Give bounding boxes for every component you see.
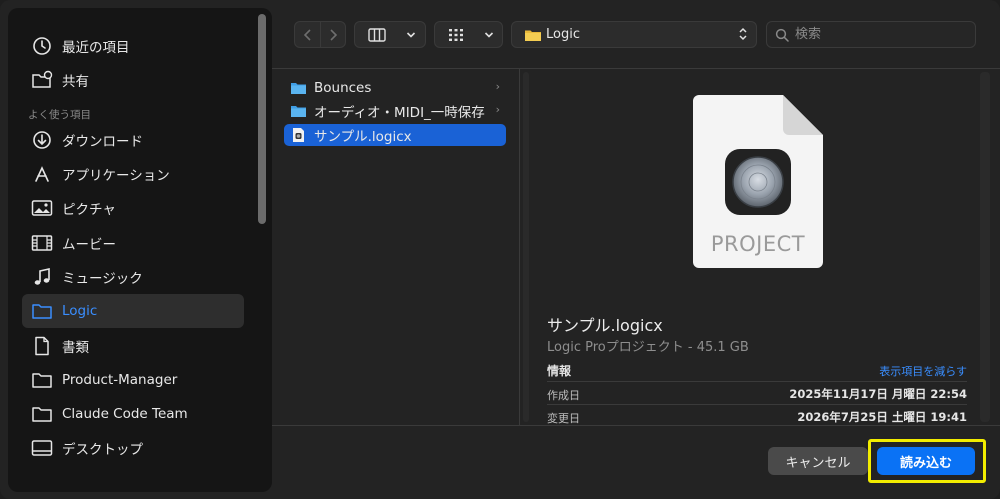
music-note-icon: [28, 263, 56, 291]
folder-icon: [288, 104, 308, 118]
chevron-down-icon: [477, 22, 501, 47]
grid-icon: [435, 22, 477, 47]
download-icon: [28, 126, 56, 154]
group-by-button[interactable]: [434, 21, 503, 48]
folder-icon: [524, 28, 542, 42]
info-divider: [547, 404, 967, 405]
toolbar-divider: [272, 68, 1000, 69]
sidebar-item-product-manager[interactable]: Product-Manager: [22, 363, 244, 397]
preview-scrollbar[interactable]: [980, 72, 990, 422]
highlight-box: [868, 439, 986, 483]
film-icon: [28, 229, 56, 257]
sidebar-item-label: アプリケーション: [62, 168, 170, 184]
view-mode-button[interactable]: [354, 21, 426, 48]
info-key-modified: 変更日: [547, 412, 580, 425]
open-file-dialog: 最近の項目 共有 よく使う項目 ダウンロード アプリケーション ピクチャ ムービ…: [0, 0, 1000, 499]
sidebar-item-label: Logic: [62, 303, 98, 319]
file-row-bounces[interactable]: Bounces ›: [284, 77, 506, 99]
sidebar-section-favorites: よく使う項目: [28, 109, 91, 121]
updown-chevron-icon: [738, 27, 748, 41]
sidebar-item-label: Product-Manager: [62, 372, 178, 388]
shared-folder-icon: [28, 66, 56, 94]
sidebar-item-desktop[interactable]: デスクトップ: [22, 431, 244, 465]
column-divider[interactable]: [519, 69, 520, 425]
chevron-right-icon: ›: [495, 80, 500, 93]
sidebar-item-claude-code-team[interactable]: Claude Code Team: [22, 397, 244, 431]
photo-icon: [28, 194, 56, 222]
chevron-left-icon: [303, 28, 311, 41]
back-button[interactable]: [295, 22, 322, 47]
file-row-sample-logicx[interactable]: サンプル.logicx: [284, 124, 506, 146]
logic-project-preview-icon: PROJECT: [693, 95, 823, 268]
location-popup[interactable]: Logic: [511, 21, 757, 48]
info-value-modified: 2026年7月25日 土曜日 19:41: [797, 410, 967, 424]
file-name: サンプル.logicx: [314, 129, 412, 145]
preview-info-heading: 情報: [547, 364, 572, 378]
sidebar-item-label: ピクチャ: [62, 202, 116, 218]
folder-icon: [28, 297, 56, 325]
sidebar-item-label: ムービー: [62, 237, 116, 253]
chevron-right-icon: [330, 28, 338, 41]
clock-icon: [28, 32, 56, 60]
sidebar-item-label: 書類: [62, 340, 89, 356]
column-scrollbar[interactable]: [523, 72, 529, 422]
search-field[interactable]: [766, 21, 976, 48]
desktop-icon: [28, 434, 56, 462]
sidebar-scrollbar[interactable]: [258, 14, 266, 224]
file-name: Bounces: [314, 80, 372, 96]
sidebar-item-movies[interactable]: ムービー: [22, 226, 244, 260]
sidebar: 最近の項目 共有 よく使う項目 ダウンロード アプリケーション ピクチャ ムービ…: [8, 8, 272, 492]
search-input[interactable]: [793, 26, 947, 43]
show-less-link[interactable]: 表示項目を減らす: [879, 363, 967, 379]
folder-icon: [28, 366, 56, 394]
folder-icon: [288, 81, 308, 95]
sidebar-item-label: ミュージック: [62, 271, 143, 287]
sidebar-item-shared[interactable]: 共有: [22, 63, 244, 97]
sidebar-item-label: Claude Code Team: [62, 406, 188, 422]
icon-caption: PROJECT: [710, 232, 806, 256]
document-icon: [28, 332, 56, 360]
sidebar-item-label: デスクトップ: [62, 442, 143, 458]
file-row-audio-midi[interactable]: オーディオ・MIDI_一時保存 ›: [284, 100, 506, 122]
bottom-divider: [272, 425, 1000, 426]
sidebar-item-recents[interactable]: 最近の項目: [22, 29, 244, 63]
preview-file-kind: Logic Proプロジェクト - 45.1 GB: [547, 340, 749, 355]
sidebar-item-documents[interactable]: 書類: [22, 329, 244, 363]
sidebar-item-music[interactable]: ミュージック: [22, 260, 244, 294]
sidebar-item-downloads[interactable]: ダウンロード: [22, 123, 244, 157]
location-label: Logic: [546, 27, 580, 42]
info-value-created: 2025年11月17日 月曜日 22:54: [789, 387, 967, 401]
sidebar-item-label: ダウンロード: [62, 134, 143, 150]
cancel-button[interactable]: キャンセル: [768, 447, 868, 475]
sidebar-item-pictures[interactable]: ピクチャ: [22, 191, 244, 225]
back-forward-buttons: [294, 21, 346, 48]
column-view-icon: [355, 22, 399, 47]
info-divider: [547, 381, 967, 382]
sidebar-item-label: 共有: [62, 74, 89, 90]
forward-button[interactable]: [321, 22, 345, 47]
folder-icon: [28, 400, 56, 428]
sidebar-item-logic[interactable]: Logic: [22, 294, 244, 328]
sidebar-item-label: 最近の項目: [62, 40, 130, 56]
file-name: オーディオ・MIDI_一時保存: [314, 105, 485, 121]
chevron-right-icon: ›: [495, 103, 500, 116]
preview-file-name: サンプル.logicx: [547, 316, 663, 335]
search-icon: [775, 28, 789, 42]
sidebar-item-applications[interactable]: アプリケーション: [22, 157, 244, 191]
chevron-down-icon: [399, 22, 423, 47]
info-key-created: 作成日: [547, 389, 580, 402]
applications-icon: [28, 160, 56, 188]
logic-project-file-icon: [288, 127, 308, 143]
